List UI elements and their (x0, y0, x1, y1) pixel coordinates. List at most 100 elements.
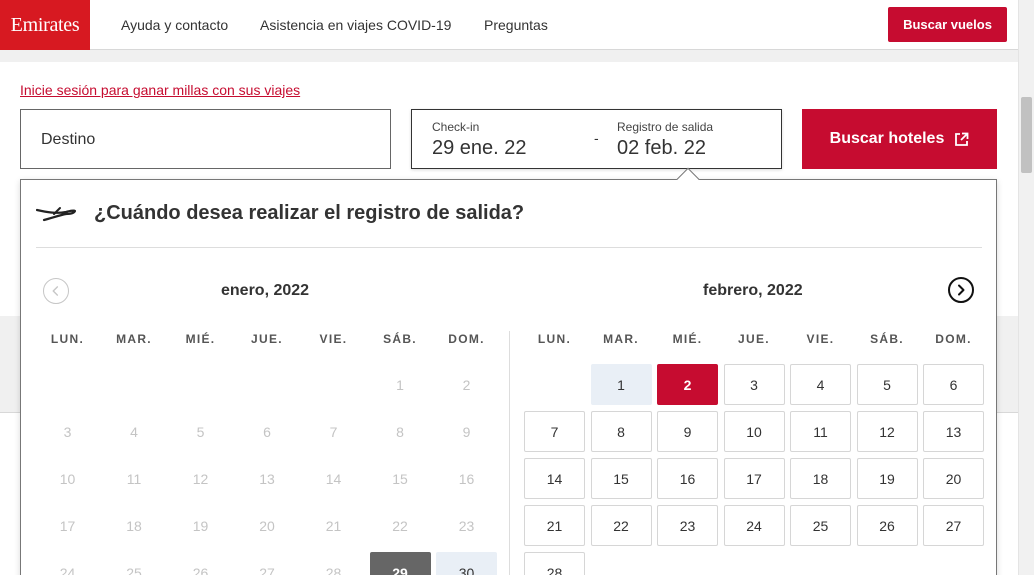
day-cell-enabled[interactable]: 25 (790, 505, 851, 546)
day-cell-enabled[interactable]: 27 (923, 505, 984, 546)
day-cell-disabled: 24 (59, 564, 76, 575)
nav-faq[interactable]: Preguntas (484, 0, 548, 50)
search-hotels-label: Buscar hoteles (829, 130, 945, 147)
calendar-title: ¿Cuándo desea realizar el registro de sa… (94, 202, 525, 224)
nav-covid-assistance[interactable]: Asistencia en viajes COVID-19 (260, 0, 451, 50)
destination-field[interactable]: Destino (20, 109, 391, 169)
day-cell-disabled: 23 (458, 517, 475, 534)
day-cell-enabled[interactable]: 8 (590, 411, 652, 452)
day-cell-disabled: 20 (259, 517, 275, 534)
day-cell-disabled: 14 (325, 470, 342, 487)
day-cell-enabled[interactable]: 16 (657, 458, 718, 499)
day-cell-enabled[interactable]: 15 (590, 458, 652, 499)
top-nav: Emirates Ayuda y contacto Asistencia en … (0, 0, 1018, 50)
weekday-header: MIÉ. (185, 332, 216, 346)
day-cell-disabled: 11 (126, 470, 142, 487)
day-cell-enabled[interactable]: 24 (723, 505, 785, 546)
chevron-left-icon (52, 286, 59, 296)
weekday-header: MIÉ. (672, 332, 703, 346)
weekday-header: LUN. (50, 332, 85, 346)
day-cell-disabled: 2 (462, 376, 471, 393)
weekday-header: JUE. (738, 332, 770, 346)
checkin-label: Check-in (432, 120, 480, 134)
day-cell-enabled[interactable]: 3 (723, 364, 785, 405)
page-scrollbar[interactable] (1018, 0, 1034, 575)
day-cell-disabled: 22 (392, 517, 408, 534)
scrollbar-thumb[interactable] (1021, 97, 1032, 173)
weekday-header: JUE. (251, 332, 283, 346)
day-cell-disabled: 26 (192, 564, 209, 575)
day-cell-disabled: 4 (130, 423, 138, 440)
checkout-calendar: ¿Cuándo desea realizar el registro de sa… (20, 179, 997, 575)
day-cell-enabled[interactable]: 9 (657, 411, 718, 452)
day-cell-disabled: 19 (192, 517, 209, 534)
day-cell-enabled[interactable]: 19 (856, 458, 918, 499)
weekday-header: LUN. (537, 332, 572, 346)
signin-link[interactable]: Inicie sesión para ganar millas con sus … (20, 82, 300, 98)
day-cell-enabled[interactable]: 4 (790, 364, 851, 405)
checkout-value[interactable]: 02 feb. 22 (617, 137, 706, 160)
weekday-header: VIE. (319, 332, 348, 346)
day-cell-in-range[interactable]: 1 (590, 364, 652, 405)
day-cell-enabled[interactable]: 17 (723, 458, 785, 499)
day-cell-enabled[interactable]: 10 (723, 411, 785, 452)
weekday-header: MAR. (116, 332, 152, 346)
prev-month-button[interactable] (43, 278, 69, 304)
day-cell-disabled: 27 (259, 564, 275, 575)
day-cell-disabled: 7 (329, 423, 338, 440)
weekday-header: VIE. (806, 332, 835, 346)
day-cell-enabled[interactable]: 7 (524, 411, 585, 452)
day-cell-disabled: 17 (59, 517, 76, 534)
day-cell-enabled[interactable]: 13 (923, 411, 984, 452)
nav-help-contact[interactable]: Ayuda y contacto (121, 0, 228, 50)
next-month-button[interactable] (948, 277, 974, 303)
date-range-field[interactable]: Check-in 29 ene. 22 - Registro de salida… (411, 109, 782, 169)
month-grid-january: LUN. MAR. MIÉ. JUE. VIE. SÁB. DOM. 1 2 3 4 5 6 7 8 9 10 1… (37, 330, 497, 575)
airplane-icon (36, 207, 76, 222)
day-cell-disabled: 15 (392, 470, 408, 487)
day-cell-enabled[interactable]: 20 (923, 458, 984, 499)
day-cell-enabled[interactable]: 22 (590, 505, 652, 546)
day-cell-enabled[interactable]: 6 (923, 364, 984, 405)
date-separator: - (594, 130, 599, 146)
day-cell-checkout[interactable]: 2 (657, 364, 718, 405)
day-cell-disabled: 8 (396, 423, 404, 440)
weekday-header: MAR. (603, 332, 639, 346)
chevron-right-icon (958, 284, 965, 296)
day-cell-checkin[interactable]: 29 (369, 552, 431, 575)
day-cell-disabled: 6 (263, 423, 271, 440)
weekday-header: SÁB. (383, 332, 417, 346)
checkout-label: Registro de salida (617, 120, 714, 134)
external-link-icon (955, 132, 969, 146)
month-title-february: febrero, 2022 (703, 282, 803, 299)
day-cell-disabled: 16 (458, 470, 475, 487)
day-cell-disabled: 1 (396, 376, 404, 393)
weekday-header: DOM. (935, 332, 972, 346)
day-cell-in-range[interactable]: 30 (436, 552, 497, 575)
day-cell-enabled[interactable]: 5 (856, 364, 918, 405)
day-cell-disabled: 28 (325, 564, 342, 575)
month-grid-february: LUN. MAR. MIÉ. JUE. VIE. SÁB. DOM. 1 2 3 4 5 6 7 8 9 10 1… (524, 330, 984, 575)
checkin-value[interactable]: 29 ene. 22 (432, 137, 527, 160)
day-cell-disabled: 25 (126, 564, 142, 575)
day-cell-disabled: 13 (259, 470, 275, 487)
day-cell-enabled[interactable]: 11 (790, 411, 851, 452)
day-cell-enabled[interactable]: 26 (856, 505, 918, 546)
day-cell-enabled[interactable]: 21 (524, 505, 585, 546)
day-cell-disabled: 12 (192, 470, 209, 487)
day-cell-enabled[interactable]: 23 (657, 505, 718, 546)
weekday-header: SÁB. (870, 332, 904, 346)
day-cell-enabled[interactable]: 12 (856, 411, 918, 452)
month-title-january: enero, 2022 (221, 282, 310, 299)
day-cell-disabled: 10 (59, 470, 76, 487)
day-cell-disabled: 3 (63, 423, 72, 440)
calendar-header: ¿Cuándo desea realizar el registro de sa… (36, 180, 982, 248)
search-flights-button[interactable]: Buscar vuelos (888, 7, 1007, 42)
day-cell-disabled: 18 (126, 517, 142, 534)
emirates-logo[interactable]: Emirates (0, 0, 90, 50)
day-cell-enabled[interactable]: 14 (524, 458, 585, 499)
search-hotels-button[interactable]: Buscar hoteles (802, 109, 997, 169)
day-cell-enabled[interactable]: 28 (524, 552, 585, 575)
destination-placeholder: Destino (41, 131, 96, 148)
day-cell-enabled[interactable]: 18 (790, 458, 851, 499)
